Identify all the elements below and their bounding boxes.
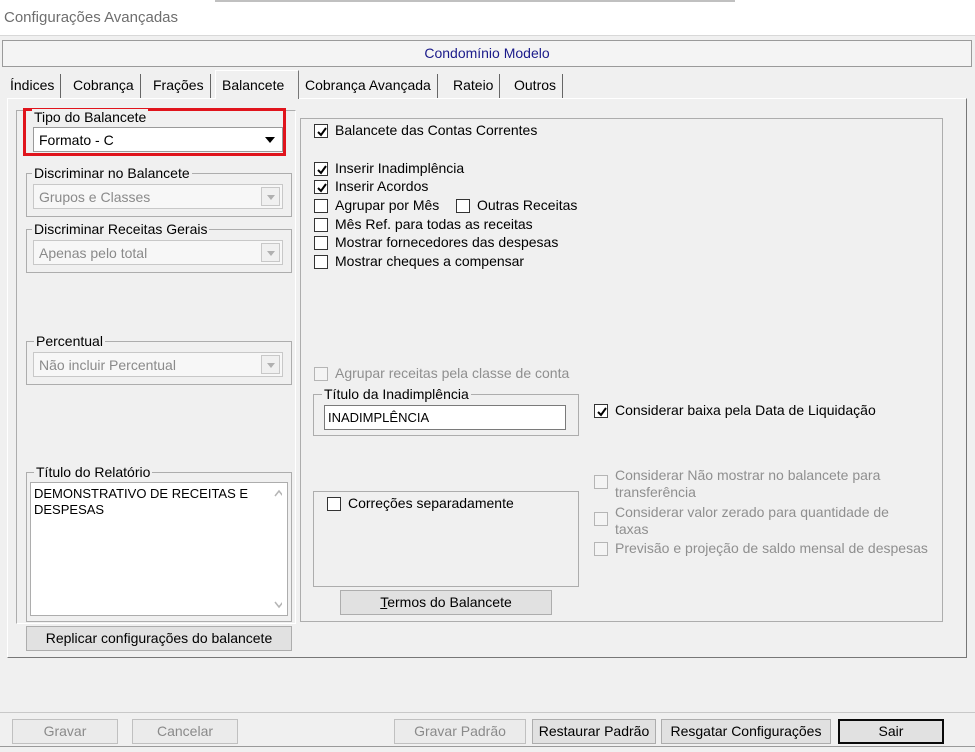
receitas-label: Discriminar Receitas Gerais [32, 221, 210, 237]
chevron-down-icon[interactable] [274, 601, 282, 609]
discriminar-label: Discriminar no Balancete [32, 165, 192, 181]
titulo-relatorio-textarea[interactable]: DEMONSTRATIVO DE RECEITAS E DESPESAS [30, 482, 288, 616]
status-line [0, 746, 975, 752]
condominium-header: Condomínio Modelo [2, 40, 972, 67]
inserir-acordos-label: Inserir Acordos [335, 178, 429, 194]
tab-cobranca-avancada[interactable]: Cobrança Avançada [299, 74, 438, 98]
discriminar-value: Grupos e Classes [39, 189, 151, 205]
chevron-down-icon[interactable] [261, 187, 280, 206]
gravar-padrao-button[interactable]: Gravar Padrão [394, 719, 526, 744]
top-strip [215, 0, 735, 2]
previsao-label: Previsão e projeção de saldo mensal de d… [615, 540, 928, 556]
checkmark-icon [317, 127, 327, 137]
chevron-up-icon[interactable] [274, 489, 282, 497]
tipo-balancete-select[interactable]: Formato - C [33, 127, 283, 152]
window-title: Configurações Avançadas [4, 9, 179, 26]
checkbox-box[interactable] [314, 236, 328, 250]
cancelar-button[interactable]: Cancelar [132, 719, 238, 744]
checkbox-box[interactable] [594, 404, 608, 418]
checkmark-icon [317, 165, 327, 175]
nao-mostrar-line1: Considerar Não mostrar no balancete para [615, 467, 881, 483]
mes-ref-label: Mês Ref. para todas as receitas [335, 216, 533, 232]
title-bar: Configurações Avançadas [0, 0, 975, 36]
titulo-inadimplencia-label: Título da Inadimplência [322, 386, 471, 402]
checkbox-box[interactable] [314, 218, 328, 232]
checkbox-box[interactable] [314, 180, 328, 194]
checkbox-box[interactable] [594, 512, 608, 526]
tab-outros[interactable]: Outros [508, 74, 564, 98]
agrupar-receitas-label: Agrupar receitas pela classe de conta [335, 365, 570, 381]
receitas-select[interactable]: Apenas pelo total [33, 240, 283, 265]
checkbox-box[interactable] [456, 199, 470, 213]
textarea-scrollbar[interactable] [269, 483, 287, 615]
receitas-value: Apenas pelo total [39, 245, 148, 261]
correcoes-label: Correções separadamente [348, 495, 514, 511]
checkbox-box[interactable] [594, 475, 608, 489]
titulo-relatorio-text: DEMONSTRATIVO DE RECEITAS E DESPESAS [34, 486, 249, 517]
inserir-inadimplencia-label: Inserir Inadimplência [335, 160, 465, 176]
percentual-select[interactable]: Não incluir Percentual [33, 352, 283, 377]
termos-button-label: ermos do Balancete [387, 594, 512, 610]
valor-zerado-line1: Considerar valor zerado para quantidade … [615, 504, 889, 520]
replicar-button[interactable]: Replicar configurações do balancete [26, 626, 292, 651]
termos-button[interactable]: Termos do Balancete [340, 590, 552, 615]
checkbox-box[interactable] [314, 367, 328, 381]
checkmark-icon [317, 183, 327, 193]
contas-correntes-label: Balancete das Contas Correntes [335, 122, 538, 138]
checkbox-box[interactable] [314, 255, 328, 269]
restaurar-padrao-button[interactable]: Restaurar Padrão [532, 719, 656, 744]
titulo-inadimplencia-input[interactable]: INADIMPLÊNCIA [324, 405, 566, 430]
sair-button[interactable]: Sair [838, 719, 944, 744]
tab-rateio[interactable]: Rateio [447, 74, 501, 98]
considerar-baixa-label: Considerar baixa pela Data de Liquidação [615, 402, 876, 418]
valor-zerado-line2: taxas [615, 521, 649, 537]
tipo-balancete-label: Tipo do Balancete [32, 109, 149, 125]
checkmark-icon [597, 407, 607, 417]
chevron-down-icon[interactable] [261, 130, 280, 149]
percentual-label: Percentual [34, 333, 105, 349]
checkbox-box[interactable] [314, 199, 328, 213]
discriminar-select[interactable]: Grupos e Classes [33, 184, 283, 209]
checkbox-box[interactable] [314, 124, 328, 138]
titulo-relatorio-label: Título do Relatório [34, 464, 153, 480]
tab-balancete[interactable]: Balancete [215, 70, 299, 99]
checkbox-box[interactable] [594, 542, 608, 556]
chevron-down-icon[interactable] [261, 243, 280, 262]
gravar-button[interactable]: Gravar [12, 719, 118, 744]
mostrar-fornecedores-label: Mostrar fornecedores das despesas [335, 234, 559, 250]
checkbox-box[interactable] [327, 497, 341, 511]
mostrar-cheques-label: Mostrar cheques a compensar [335, 253, 525, 269]
resgatar-configuracoes-button[interactable]: Resgatar Configurações [661, 719, 831, 744]
nao-mostrar-line2: transferência [615, 484, 696, 500]
tab-fracoes[interactable]: Frações [147, 74, 211, 98]
tab-cobranca[interactable]: Cobrança [67, 74, 141, 98]
percentual-value: Não incluir Percentual [39, 357, 176, 373]
tab-indices[interactable]: Índices [4, 74, 62, 98]
tipo-balancete-value: Formato - C [39, 132, 114, 148]
checkbox-box[interactable] [314, 162, 328, 176]
agrupar-mes-label: Agrupar por Mês [335, 197, 440, 213]
outras-receitas-label: Outras Receitas [477, 197, 578, 213]
chevron-down-icon[interactable] [261, 355, 280, 374]
